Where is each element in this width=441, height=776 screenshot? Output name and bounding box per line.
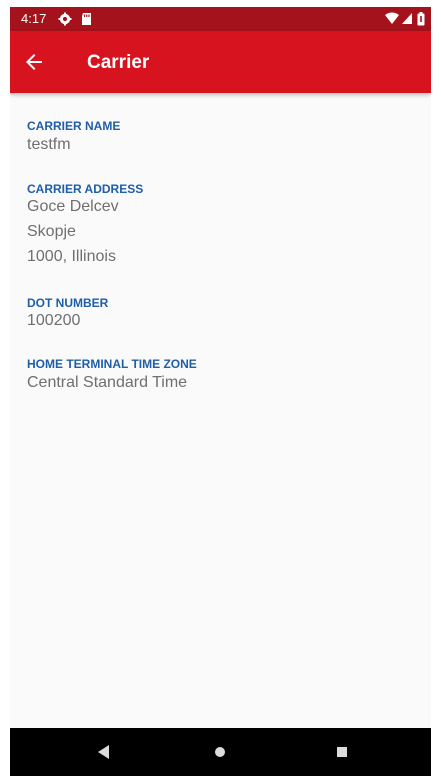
settings-icon (58, 12, 72, 26)
wifi-icon (385, 12, 399, 24)
carrier-address-line-1: Goce Delcev (27, 198, 119, 215)
app-bar: Carrier (10, 31, 431, 93)
status-time: 4:17 (21, 11, 47, 26)
dot-number-value: 100200 (27, 312, 81, 329)
carrier-name-value: testfm (27, 136, 71, 153)
recents-square-icon[interactable] (330, 740, 354, 764)
carrier-address-line-3: 1000, Illinois (27, 248, 116, 265)
home-terminal-time-zone-label: HOME TERMINAL TIME ZONE (27, 357, 197, 371)
battery-icon (417, 12, 425, 26)
dot-number-label: DOT NUMBER (27, 296, 109, 310)
status-bar: 4:17 (10, 7, 431, 31)
page-title: Carrier (87, 52, 150, 73)
phone-screen: 4:17 Carrier CARRIER NAME testfm CARRIER… (10, 7, 431, 776)
system-navigation-bar (10, 728, 431, 776)
signal-icon (402, 13, 412, 24)
sd-card-icon (82, 13, 91, 25)
carrier-address-line-2: Skopje (27, 223, 76, 240)
home-terminal-time-zone-value: Central Standard Time (27, 374, 188, 391)
home-circle-icon[interactable] (208, 740, 232, 764)
carrier-name-label: CARRIER NAME (27, 119, 121, 133)
carrier-address-label: CARRIER ADDRESS (27, 182, 144, 196)
back-arrow-icon[interactable] (22, 50, 46, 74)
back-triangle-icon[interactable] (92, 740, 116, 764)
